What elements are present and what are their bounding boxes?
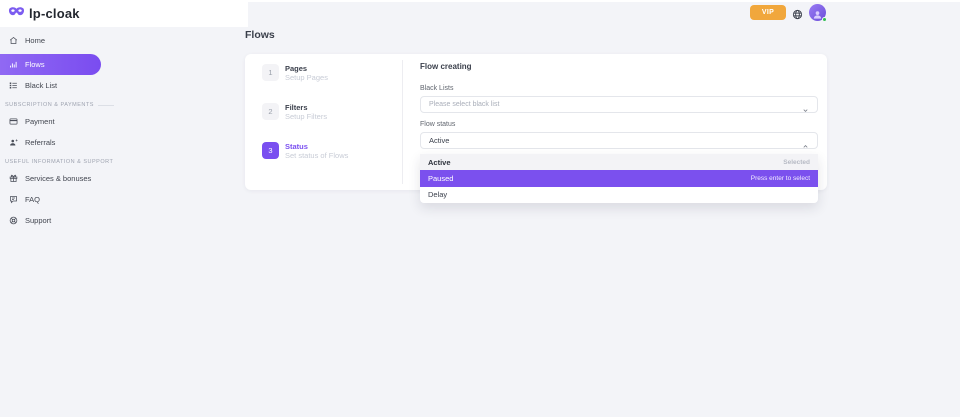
online-status-dot: [822, 17, 827, 22]
step-pages[interactable]: 1 Pages Setup Pages: [262, 64, 392, 82]
page-title: Flows: [245, 29, 275, 41]
chevron-down-icon: [802, 101, 809, 108]
mask-logo-icon: [8, 5, 25, 23]
section-label-text: Useful information & Support: [5, 159, 113, 165]
option-label: Delay: [428, 190, 447, 199]
gift-icon: [9, 174, 18, 183]
flow-status-select[interactable]: Active: [420, 132, 818, 149]
sidebar-item-label: Black List: [25, 81, 57, 90]
option-label: Paused: [428, 174, 453, 183]
step-filters[interactable]: 2 Filters Setup Filters: [262, 103, 392, 121]
vip-button[interactable]: VIP: [750, 5, 786, 20]
flow-stepper: 1 Pages Setup Pages 2 Filters Setup Filt…: [262, 64, 392, 181]
life-ring-icon: [9, 216, 18, 225]
step-title: Pages: [285, 64, 328, 73]
sidebar: Home Flows Black List Subscription & Pay…: [0, 30, 110, 234]
option-paused[interactable]: Paused Press enter to select: [420, 170, 818, 186]
chevron-up-icon: [802, 137, 809, 144]
option-active[interactable]: Active Selected: [420, 154, 818, 170]
chat-icon: [9, 195, 18, 204]
sidebar-section-support: Useful information & Support: [0, 159, 110, 165]
sidebar-item-faq[interactable]: FAQ: [0, 192, 110, 206]
step-subtitle: Setup Filters: [285, 112, 327, 121]
step-subtitle: Set status of Flows: [285, 151, 348, 160]
sidebar-item-payment[interactable]: Payment: [0, 114, 110, 128]
credit-card-icon: [9, 117, 18, 126]
step-status[interactable]: 3 Status Set status of Flows: [262, 142, 392, 160]
people-icon: [9, 138, 18, 147]
card-divider: [402, 60, 403, 184]
sidebar-item-referrals[interactable]: Referrals: [0, 135, 110, 149]
sidebar-item-label: Home: [25, 36, 45, 45]
step-number: 3: [262, 142, 279, 159]
sidebar-item-black-list[interactable]: Black List: [0, 78, 110, 92]
logo-text: lp-cloak: [29, 6, 80, 21]
black-lists-label: Black Lists: [420, 85, 818, 92]
step-number: 1: [262, 64, 279, 81]
sidebar-item-services-bonuses[interactable]: Services & bonuses: [0, 171, 110, 185]
globe-icon[interactable]: [792, 7, 803, 18]
step-title: Filters: [285, 103, 327, 112]
sidebar-item-label: Services & bonuses: [25, 174, 91, 183]
logo-panel: lp-cloak: [0, 0, 248, 27]
flow-creating-form: Flow creating Black Lists Please select …: [420, 62, 818, 149]
header-actions: VIP: [750, 4, 826, 21]
app-logo[interactable]: lp-cloak: [8, 5, 80, 23]
flows-icon: [9, 60, 18, 69]
sidebar-item-label: Payment: [25, 117, 55, 126]
sidebar-item-flows[interactable]: Flows: [0, 54, 101, 75]
option-hint: Selected: [783, 159, 810, 166]
step-subtitle: Setup Pages: [285, 73, 328, 82]
option-hint: Press enter to select: [751, 175, 810, 182]
section-divider: [98, 105, 114, 106]
flow-status-dropdown: Active Selected Paused Press enter to se…: [420, 154, 818, 203]
sidebar-item-support[interactable]: Support: [0, 213, 110, 227]
option-delay[interactable]: Delay: [420, 187, 818, 203]
sidebar-item-label: Support: [25, 216, 51, 225]
sidebar-item-label: FAQ: [25, 195, 40, 204]
sidebar-item-label: Referrals: [25, 138, 55, 147]
black-list-icon: [9, 81, 18, 90]
step-title: Status: [285, 142, 348, 151]
black-lists-select[interactable]: Please select black list: [420, 96, 818, 113]
sidebar-item-label: Flows: [25, 60, 45, 69]
sidebar-item-home[interactable]: Home: [0, 33, 110, 47]
flow-creating-card: 1 Pages Setup Pages 2 Filters Setup Filt…: [245, 54, 827, 190]
form-title: Flow creating: [420, 62, 818, 71]
flow-status-label: Flow status: [420, 121, 818, 128]
option-label: Active: [428, 158, 451, 167]
step-number: 2: [262, 103, 279, 120]
avatar[interactable]: [809, 4, 826, 21]
avatar-figure-icon: [812, 7, 823, 18]
home-icon: [9, 36, 18, 45]
sidebar-section-subscription: Subscription & Payments: [0, 102, 110, 108]
black-lists-placeholder: Please select black list: [429, 101, 499, 108]
section-label-text: Subscription & Payments: [5, 102, 94, 108]
flow-status-value: Active: [429, 136, 449, 145]
